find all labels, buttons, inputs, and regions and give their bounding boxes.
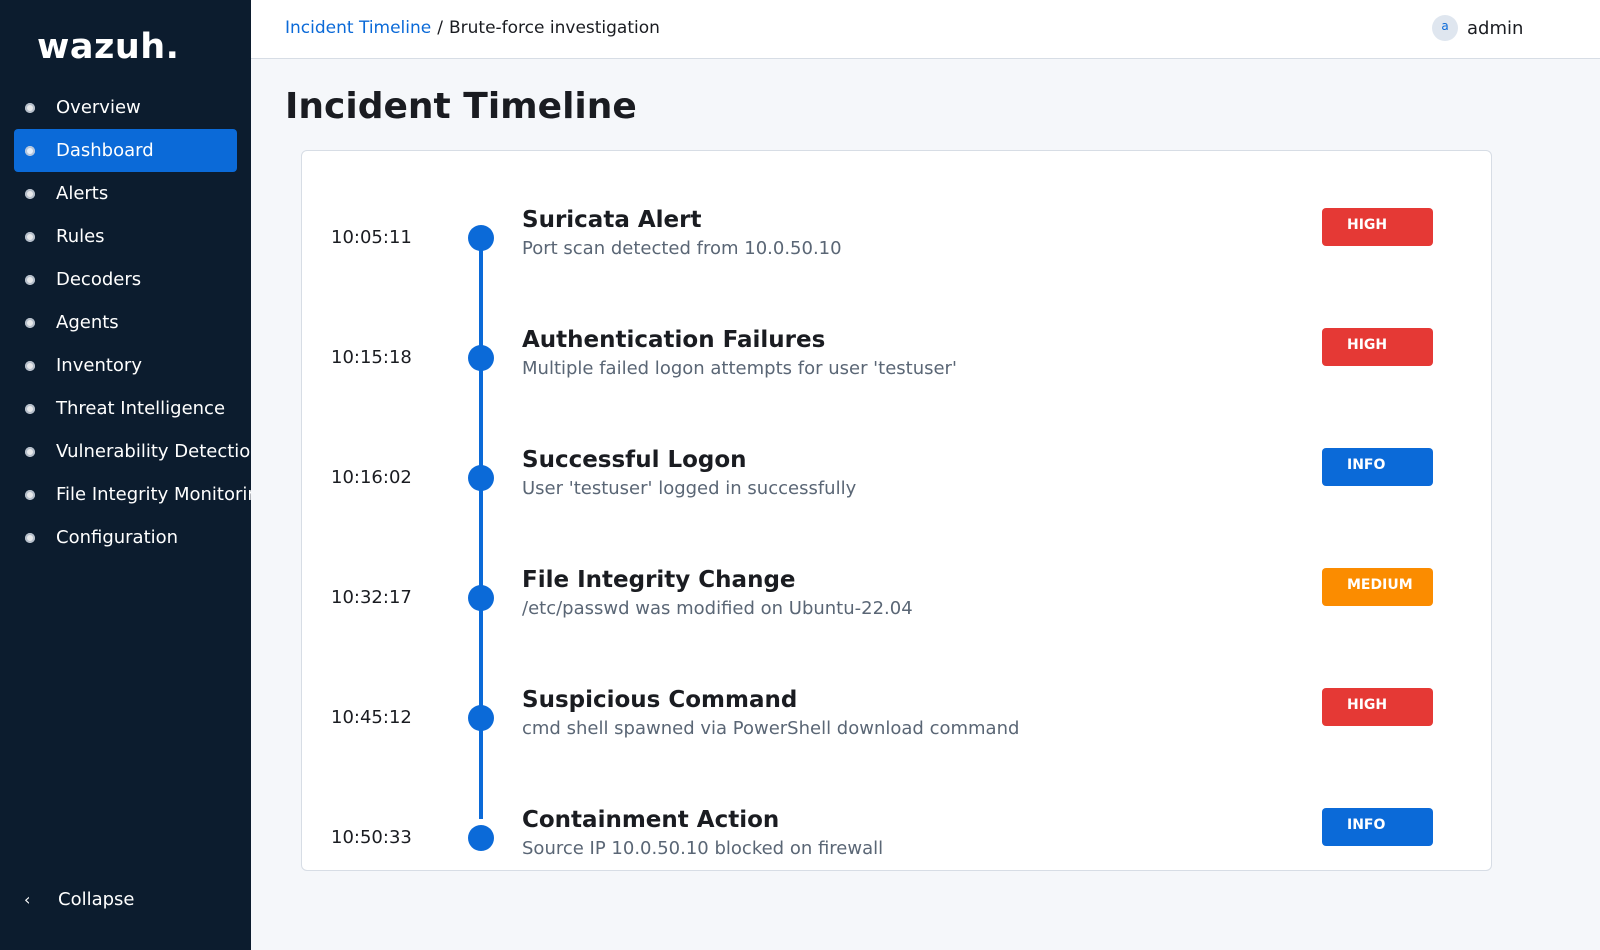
username: admin bbox=[1467, 17, 1524, 39]
sidebar-item-label: Agents bbox=[56, 312, 119, 333]
bullet-icon bbox=[25, 145, 35, 156]
severity-badge: INFO bbox=[1322, 808, 1433, 846]
event-time: 10:05:11 bbox=[331, 227, 412, 248]
sidebar-item-decoders[interactable]: Decoders bbox=[0, 258, 251, 301]
bullet-icon bbox=[25, 403, 35, 414]
timeline-node bbox=[468, 225, 494, 251]
event-description: Source IP 10.0.50.10 blocked on firewall bbox=[522, 838, 884, 859]
timeline-node bbox=[468, 465, 494, 491]
severity-badge: HIGH bbox=[1322, 208, 1433, 246]
timeline-node bbox=[468, 705, 494, 731]
timeline-node bbox=[468, 585, 494, 611]
bullet-icon bbox=[25, 317, 35, 328]
avatar: a bbox=[1432, 15, 1458, 41]
sidebar-item-configuration[interactable]: Configuration bbox=[0, 516, 251, 559]
breadcrumb: Incident Timeline / Brute-force investigat… bbox=[285, 18, 660, 38]
sidebar-item-label: Threat Intelligence bbox=[56, 398, 226, 419]
timeline-event: 10:16:02 Successful Logon User 'testuser… bbox=[302, 447, 1493, 511]
breadcrumb-separator: / bbox=[437, 18, 443, 38]
sidebar: wazuh. Overview Dashboard Alerts Rules D… bbox=[0, 0, 251, 950]
bullet-icon bbox=[25, 102, 35, 113]
event-title: Successful Logon bbox=[522, 447, 747, 473]
sidebar-item-vulnerability-detection[interactable]: Vulnerability Detection bbox=[0, 430, 251, 473]
sidebar-item-dashboard[interactable]: Dashboard bbox=[14, 129, 237, 172]
breadcrumb-current: Brute-force investigation bbox=[448, 18, 660, 38]
page-title: Incident Timeline bbox=[285, 86, 637, 127]
timeline-event: 10:45:12 Suspicious Command cmd shell sp… bbox=[302, 687, 1493, 751]
bullet-icon bbox=[25, 489, 35, 500]
severity-badge: HIGH bbox=[1322, 328, 1433, 366]
sidebar-item-label: Rules bbox=[56, 226, 105, 247]
bullet-icon bbox=[25, 231, 35, 242]
event-title: Suricata Alert bbox=[522, 207, 702, 233]
sidebar-item-rules[interactable]: Rules bbox=[0, 215, 251, 258]
event-description: Port scan detected from 10.0.50.10 bbox=[522, 238, 842, 259]
sidebar-item-file-integrity-monitoring[interactable]: File Integrity Monitoring bbox=[0, 473, 251, 516]
event-description: Multiple failed logon attempts for user … bbox=[522, 358, 957, 379]
sidebar-nav: Overview Dashboard Alerts Rules Decoders… bbox=[0, 86, 251, 559]
timeline-event: 10:32:17 File Integrity Change /etc/pass… bbox=[302, 567, 1493, 631]
timeline-node bbox=[468, 345, 494, 371]
bullet-icon bbox=[25, 360, 35, 371]
severity-badge: MEDIUM bbox=[1322, 568, 1433, 606]
timeline-event: 10:05:11 Suricata Alert Port scan detect… bbox=[302, 207, 1493, 271]
sidebar-item-overview[interactable]: Overview bbox=[0, 86, 251, 129]
event-title: Containment Action bbox=[522, 807, 780, 833]
wazuh-logo[interactable]: wazuh. bbox=[37, 27, 179, 67]
sidebar-item-label: Dashboard bbox=[56, 140, 154, 161]
severity-badge: HIGH bbox=[1322, 688, 1433, 726]
event-description: User 'testuser' logged in successfully bbox=[522, 478, 857, 499]
collapse-button[interactable]: ‹ Collapse bbox=[0, 879, 251, 919]
event-description: /etc/passwd was modified on Ubuntu-22.04 bbox=[522, 598, 913, 619]
sidebar-item-label: Inventory bbox=[56, 355, 142, 376]
sidebar-item-label: Alerts bbox=[56, 183, 109, 204]
sidebar-item-agents[interactable]: Agents bbox=[0, 301, 251, 344]
bullet-icon bbox=[25, 446, 35, 457]
sidebar-item-inventory[interactable]: Inventory bbox=[0, 344, 251, 387]
event-time: 10:16:02 bbox=[331, 467, 412, 488]
breadcrumb-link[interactable]: Incident Timeline bbox=[285, 18, 431, 38]
timeline-panel: 10:05:11 Suricata Alert Port scan detect… bbox=[301, 150, 1492, 871]
bullet-icon bbox=[25, 274, 35, 285]
sidebar-item-label: File Integrity Monitoring bbox=[56, 484, 251, 505]
timeline-node bbox=[468, 825, 494, 851]
event-time: 10:32:17 bbox=[331, 587, 412, 608]
sidebar-item-label: Decoders bbox=[56, 269, 142, 290]
event-time: 10:15:18 bbox=[331, 347, 412, 368]
timeline-event: 10:15:18 Authentication Failures Multipl… bbox=[302, 327, 1493, 391]
topbar: Incident Timeline / Brute-force investigat… bbox=[251, 0, 1600, 59]
event-title: File Integrity Change bbox=[522, 567, 796, 593]
event-time: 10:50:33 bbox=[331, 827, 412, 848]
event-description: cmd shell spawned via PowerShell downloa… bbox=[522, 718, 1020, 739]
sidebar-item-label: Vulnerability Detection bbox=[56, 441, 251, 462]
severity-badge: INFO bbox=[1322, 448, 1433, 486]
sidebar-item-alerts[interactable]: Alerts bbox=[0, 172, 251, 215]
bullet-icon bbox=[25, 532, 35, 543]
event-time: 10:45:12 bbox=[331, 707, 412, 728]
sidebar-item-label: Configuration bbox=[56, 527, 179, 548]
collapse-label: Collapse bbox=[58, 888, 135, 910]
sidebar-item-label: Overview bbox=[56, 97, 141, 118]
timeline-event: 10:50:33 Containment Action Source IP 10… bbox=[302, 807, 1493, 871]
chevron-left-icon: ‹ bbox=[24, 889, 31, 909]
user-menu[interactable]: a admin bbox=[1432, 15, 1523, 41]
sidebar-item-threat-intelligence[interactable]: Threat Intelligence bbox=[0, 387, 251, 430]
event-title: Authentication Failures bbox=[522, 327, 826, 353]
event-title: Suspicious Command bbox=[522, 687, 798, 713]
bullet-icon bbox=[25, 188, 35, 199]
